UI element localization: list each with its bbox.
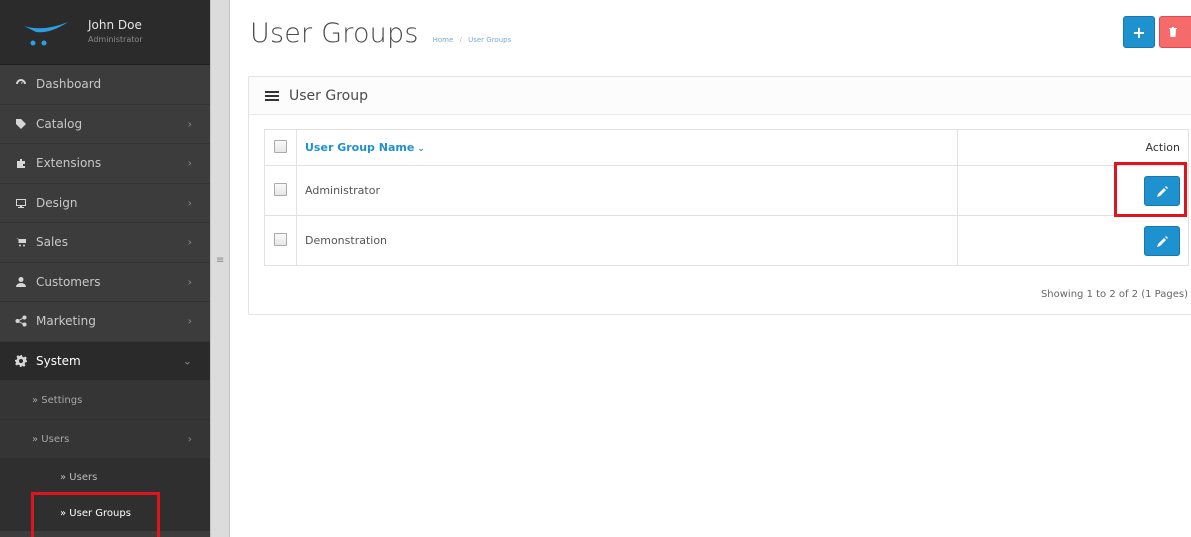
highlight-box-user-groups-link	[31, 492, 160, 537]
chevron-right-icon: ›	[187, 314, 192, 328]
user-groups-table: User Group Name ⌄ Action Administrator D…	[264, 129, 1189, 266]
group-name-cell: Administrator	[295, 165, 959, 216]
pencil-icon	[1157, 235, 1168, 247]
page-title: User Groups	[250, 18, 419, 49]
add-new-button[interactable]: +	[1123, 16, 1155, 48]
pagination-info: Showing 1 to 2 of 2 (1 Pages)	[1040, 289, 1188, 300]
user-profile[interactable]: John Doe Administrator	[0, 0, 210, 65]
sidebar-item-label: Design	[36, 195, 78, 210]
sidebar-item-marketing[interactable]: Marketing ›	[0, 302, 210, 342]
chevron-right-icon: ›	[187, 117, 192, 131]
column-header-action: Action	[957, 129, 1189, 166]
highlight-box-edit-button	[1114, 162, 1187, 217]
sidebar-item-extensions[interactable]: Extensions ›	[0, 144, 210, 184]
chevron-right-icon: ›	[187, 275, 192, 289]
breadcrumb: Home / User Groups	[433, 36, 512, 44]
sidebar-item-label: System	[36, 353, 81, 368]
trash-icon	[1169, 27, 1177, 37]
select-all-checkbox[interactable]	[274, 139, 287, 153]
table-header-row: User Group Name ⌄ Action	[264, 129, 1189, 166]
sidebar-item-catalog[interactable]: Catalog ›	[0, 105, 210, 144]
app-window: John Doe Administrator Dashboard Catalog…	[0, 0, 1191, 537]
breadcrumb-separator: /	[459, 36, 462, 44]
puzzle-icon	[14, 156, 28, 170]
tag-icon	[14, 117, 28, 131]
table-row: Administrator	[264, 165, 1189, 216]
user-name: John Doe	[88, 18, 142, 32]
chevron-right-icon: ›	[187, 432, 192, 446]
chevron-right-icon: ›	[187, 196, 192, 210]
sidebar-item-customers[interactable]: Customers ›	[0, 263, 210, 302]
column-header-name[interactable]: User Group Name ⌄	[295, 129, 959, 166]
list-icon	[265, 90, 279, 101]
sidebar-item-label: Sales	[36, 235, 68, 250]
breadcrumb-home[interactable]: Home	[433, 36, 454, 44]
sidebar: John Doe Administrator Dashboard Catalog…	[0, 0, 210, 537]
sidebar-item-label: Catalog	[36, 116, 83, 131]
edit-button[interactable]	[1144, 225, 1180, 256]
gear-icon	[14, 354, 28, 368]
logo-icon	[24, 22, 68, 46]
sidebar-subitem-label: » Users	[32, 433, 70, 445]
panel-heading: User Group	[249, 77, 1191, 115]
breadcrumb-current[interactable]: User Groups	[468, 36, 511, 44]
user-role: Administrator	[88, 35, 143, 44]
sidebar-subitem-settings[interactable]: » Settings	[0, 381, 210, 420]
sort-caret-icon: ⌄	[417, 144, 425, 154]
row-select-cell	[264, 165, 297, 216]
sidebar-item-dashboard[interactable]: Dashboard	[0, 65, 210, 105]
group-name-cell: Demonstration	[295, 215, 959, 266]
column-header-name-label: User Group Name	[305, 141, 415, 154]
sidebar-item-label: Extensions	[36, 156, 102, 171]
sidebar-item-label: Marketing	[36, 314, 96, 329]
sidebar-subsubitem-label: » Users	[60, 471, 98, 483]
panel-title: User Group	[289, 87, 368, 104]
page-header: User Groups Home / User Groups	[250, 18, 511, 49]
dashboard-icon	[14, 77, 28, 91]
row-checkbox[interactable]	[274, 182, 287, 196]
sidebar-item-label: Customers	[36, 274, 101, 289]
chevron-right-icon: ›	[187, 235, 192, 249]
main-content: User Groups Home / User Groups + User Gr…	[230, 0, 1191, 537]
chevron-down-icon: ⌄	[182, 354, 192, 368]
sidebar-subitem-label: » Settings	[32, 394, 83, 406]
sidebar-item-sales[interactable]: Sales ›	[0, 223, 210, 263]
action-cell	[957, 215, 1189, 266]
row-checkbox[interactable]	[274, 232, 287, 246]
user-icon	[14, 275, 28, 289]
sidebar-item-label: Dashboard	[36, 77, 102, 92]
drag-handle-icon: ≡	[216, 255, 225, 266]
delete-button[interactable]	[1159, 16, 1191, 48]
monitor-icon	[14, 196, 28, 210]
select-all-cell	[264, 129, 297, 166]
sidebar-subitem-users[interactable]: » Users ›	[0, 420, 210, 459]
table-row: Demonstration	[264, 215, 1189, 266]
sidebar-item-design[interactable]: Design ›	[0, 184, 210, 223]
sidebar-item-system[interactable]: System ⌄	[0, 341, 210, 381]
user-group-panel: User Group User Group Name ⌄ Action Admi…	[248, 76, 1191, 315]
share-icon	[14, 314, 28, 328]
sidebar-splitter[interactable]: ≡	[210, 0, 230, 537]
row-select-cell	[264, 215, 297, 266]
sidebar-subsubitem-users[interactable]: » Users	[0, 459, 210, 495]
cart-icon	[14, 235, 28, 249]
chevron-right-icon: ›	[187, 156, 192, 170]
